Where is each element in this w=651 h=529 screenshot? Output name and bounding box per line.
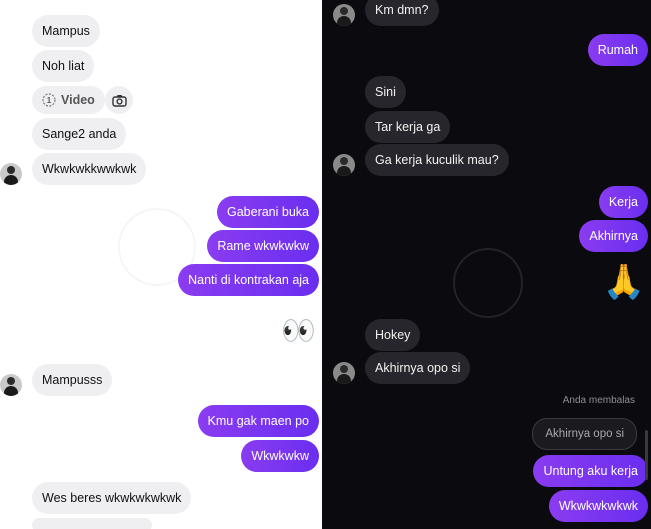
avatar[interactable]: [333, 4, 355, 26]
message-outgoing[interactable]: Akhirnya: [579, 220, 648, 252]
message-incoming[interactable]: Km dmn?: [365, 0, 439, 26]
message-outgoing[interactable]: Rumah: [587, 34, 648, 66]
message-incoming[interactable]: Mampus: [32, 15, 100, 47]
left-chat-panel: Mampus Noh liat 1 Video Sange2 anda Wkwk…: [0, 0, 322, 529]
message-incoming[interactable]: Hokey: [365, 319, 421, 351]
message-incoming[interactable]: Mampusss: [32, 364, 113, 396]
message-outgoing[interactable]: Kerja: [598, 186, 648, 218]
praying-hands-emoji[interactable]: 🙏: [603, 265, 645, 299]
message-outgoing[interactable]: Gaberani buka: [216, 196, 319, 228]
video-label: Video: [61, 93, 95, 107]
avatar[interactable]: [0, 374, 22, 396]
avatar[interactable]: [333, 362, 355, 384]
avatar[interactable]: [0, 163, 22, 185]
message-outgoing[interactable]: Rame wkwkwkw: [207, 230, 319, 262]
message-incoming-partial: [32, 518, 152, 529]
avatar[interactable]: [333, 154, 355, 176]
message-incoming[interactable]: Akhirnya opo si: [365, 352, 471, 384]
message-incoming[interactable]: Sange2 anda: [32, 118, 127, 150]
camera-button[interactable]: [105, 86, 133, 114]
message-outgoing[interactable]: Kmu gak maen po: [197, 405, 319, 437]
message-incoming[interactable]: Tar kerja ga: [365, 111, 451, 143]
message-incoming[interactable]: Noh liat: [32, 50, 95, 82]
view-once-icon: 1: [42, 93, 56, 107]
message-incoming[interactable]: Wkwkwkkwwkwk: [32, 153, 147, 185]
scrollbar[interactable]: [645, 430, 648, 480]
video-attachment-chip[interactable]: 1 Video: [32, 86, 105, 114]
message-incoming[interactable]: Sini: [365, 76, 406, 108]
camera-icon: [111, 94, 127, 107]
message-incoming[interactable]: Wes beres wkwkwkwkwk: [32, 482, 192, 514]
view-once-count: 1: [47, 96, 52, 105]
reply-quote[interactable]: Akhirnya opo si: [532, 418, 637, 450]
reply-label: Anda membalas: [562, 395, 635, 406]
eyes-emoji[interactable]: 👀: [281, 317, 316, 345]
right-chat-panel: Km dmn? Rumah Sini Tar kerja ga Ga kerja…: [322, 0, 651, 529]
message-outgoing[interactable]: Nanti di kontrakan aja: [178, 264, 319, 296]
message-outgoing[interactable]: Wkwkwkw: [241, 440, 319, 472]
watermark-logo: [453, 248, 523, 318]
message-outgoing[interactable]: Untung aku kerja: [533, 455, 648, 487]
message-incoming[interactable]: Ga kerja kuculik mau?: [365, 144, 509, 176]
message-outgoing[interactable]: Wkwkwkwkwk: [548, 490, 648, 522]
